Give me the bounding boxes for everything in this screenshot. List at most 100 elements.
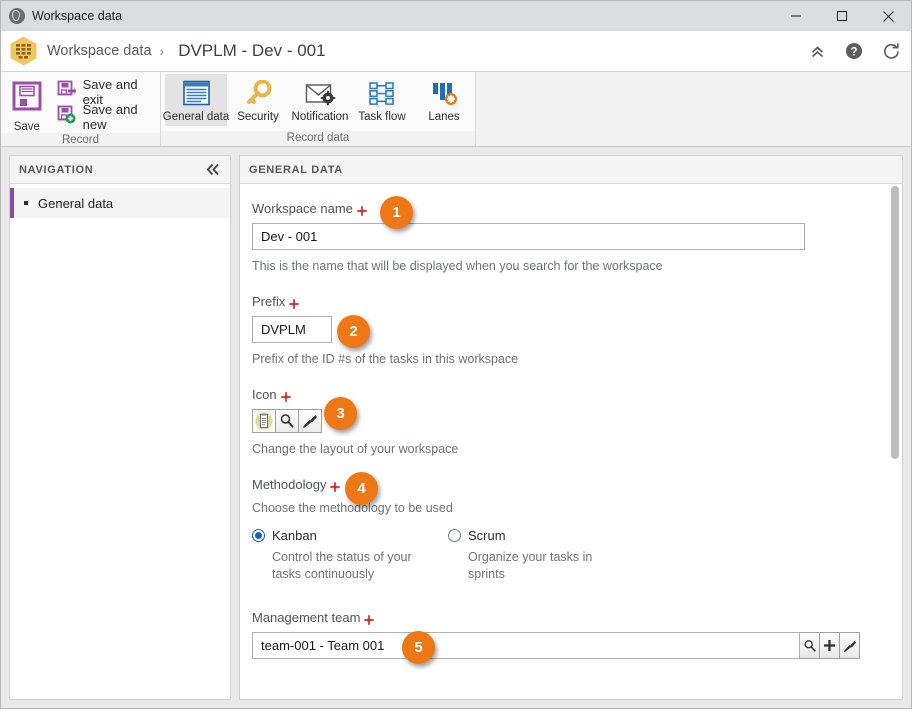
- ribbon-toolbar: Record Save Save and exit Save and new R…: [1, 72, 911, 147]
- tab-notification-label: Notification: [291, 111, 349, 123]
- tab-security[interactable]: Security: [227, 74, 289, 126]
- lanes-icon: [430, 78, 459, 108]
- application-window: Workspace data Workspace data › DVPLM - …: [0, 0, 912, 709]
- radio-kanban[interactable]: [252, 529, 265, 542]
- save-new-icon: [57, 105, 76, 129]
- sidebar-item-label: General data: [38, 195, 114, 211]
- svg-text:?: ?: [850, 46, 857, 58]
- ribbon-group-record-title: Record: [61, 134, 100, 146]
- sidebar-item-general-data[interactable]: General data: [10, 188, 230, 218]
- floppy-disk-icon: [9, 78, 45, 119]
- required-marker-icon: [330, 480, 341, 492]
- required-marker-icon: [289, 297, 300, 309]
- tab-general-data-label: General data: [162, 111, 230, 123]
- field-workspace-name: Workspace name Dev - 001 1 This is the n…: [252, 196, 880, 273]
- badge-5: 5: [402, 631, 435, 664]
- save-and-new-button[interactable]: Save and new: [53, 101, 160, 132]
- management-team-row: team-001 - Team 001: [252, 632, 860, 659]
- workspace-name-hint: This is the name that will be displayed …: [252, 259, 663, 273]
- icon-clear-button[interactable]: [298, 409, 322, 433]
- workspace-name-label-row: Workspace name: [252, 201, 367, 216]
- ribbon-group-record: Record Save Save and exit Save and new: [1, 72, 161, 146]
- workspace-name-input[interactable]: Dev - 001: [252, 223, 805, 250]
- methodology-option-kanban[interactable]: Kanban Control the status of your tasks …: [252, 528, 448, 583]
- team-clear-button[interactable]: [840, 632, 860, 659]
- refresh-icon[interactable]: [881, 41, 901, 61]
- chevrons-left-icon[interactable]: [206, 163, 221, 176]
- icon-preview-button[interactable]: [252, 409, 276, 433]
- content-scrollbar[interactable]: [889, 184, 901, 698]
- radio-scrum-label: Scrum: [468, 528, 506, 543]
- prefix-label: Prefix: [252, 294, 286, 309]
- key-icon: [244, 78, 273, 108]
- management-team-label-row: Management team: [252, 610, 375, 625]
- required-marker-icon: [356, 204, 367, 216]
- team-add-button[interactable]: [820, 632, 840, 659]
- workspace-name-label: Workspace name: [252, 201, 353, 216]
- task-flow-icon: [367, 78, 398, 108]
- ribbon-empty-area: [476, 72, 911, 146]
- navigation-panel-header: NAVIGATION: [10, 156, 230, 184]
- icon-hint: Change the layout of your workspace: [252, 442, 459, 456]
- window-title: Workspace data: [32, 9, 123, 23]
- breadcrumb-root[interactable]: Workspace data: [47, 43, 152, 59]
- tab-security-label: Security: [237, 111, 279, 123]
- help-icon[interactable]: ?: [844, 41, 864, 61]
- ribbon-group-record-data-title: Record data: [286, 132, 350, 144]
- save-and-new-label: Save and new: [82, 101, 138, 132]
- tab-lanes-label: Lanes: [428, 111, 460, 123]
- methodology-label: Methodology: [252, 477, 327, 492]
- tab-lanes[interactable]: Lanes: [413, 74, 475, 126]
- field-icon: Icon 3 Change the layout of your workspa…: [252, 386, 880, 456]
- management-team-input[interactable]: team-001 - Team 001: [252, 632, 800, 659]
- tab-task-flow[interactable]: Task flow: [351, 74, 413, 126]
- content-panel-title: GENERAL DATA: [249, 163, 343, 176]
- breadcrumb-current: DVPLM - Dev - 001: [178, 41, 326, 60]
- save-exit-icon: [57, 80, 76, 104]
- methodology-option-scrum[interactable]: Scrum Organize your tasks in sprints: [448, 528, 644, 583]
- badge-2: 2: [337, 315, 370, 348]
- close-button[interactable]: [865, 1, 911, 31]
- breadcrumb-separator: ›: [159, 43, 165, 59]
- navigation-list: General data: [10, 184, 230, 218]
- maximize-button[interactable]: [819, 1, 865, 31]
- save-button[interactable]: Save: [1, 72, 53, 133]
- required-marker-icon: [364, 613, 375, 625]
- prefix-label-row: Prefix: [252, 294, 300, 309]
- content-panel: GENERAL DATA Workspace name Dev - 001 1 …: [239, 155, 903, 700]
- ribbon-group-record-data: Record data General data Security Notifi…: [161, 72, 476, 146]
- save-button-label: Save: [13, 121, 40, 133]
- badge-1: 1: [380, 196, 413, 229]
- envelope-gear-icon: [305, 78, 336, 108]
- field-management-team: Management team team-001 - Team 001 5: [252, 609, 880, 664]
- icon-search-button[interactable]: [275, 409, 299, 433]
- document-lines-icon: [182, 78, 211, 108]
- bullet-icon: [24, 201, 28, 205]
- tab-general-data[interactable]: General data: [162, 74, 230, 126]
- team-search-button[interactable]: [800, 632, 820, 659]
- methodology-label-row: Methodology: [252, 477, 341, 492]
- content-panel-header: GENERAL DATA: [240, 156, 902, 184]
- icon-label: Icon: [252, 387, 277, 402]
- prefix-input[interactable]: DVPLM: [252, 316, 332, 343]
- radio-scrum-description: Organize your tasks in sprints: [468, 550, 593, 581]
- save-secondary-buttons: Save and exit Save and new: [53, 72, 160, 132]
- minimize-button[interactable]: [773, 1, 819, 31]
- tab-notification[interactable]: Notification: [289, 74, 351, 126]
- prefix-hint: Prefix of the ID #s of the tasks in this…: [252, 352, 519, 366]
- body-area: NAVIGATION General data GENERAL DATA Wor…: [1, 147, 911, 708]
- globe-icon: [9, 8, 25, 24]
- general-data-form: Workspace name Dev - 001 1 This is the n…: [240, 184, 902, 664]
- methodology-hint: Choose the methodology to be used: [252, 501, 453, 515]
- field-prefix: Prefix DVPLM 2 Prefix of the ID #s of th…: [252, 293, 880, 366]
- title-bar: Workspace data: [1, 1, 911, 31]
- scrollbar-thumb[interactable]: [891, 186, 899, 459]
- tab-task-flow-label: Task flow: [358, 111, 406, 123]
- save-and-exit-button[interactable]: Save and exit: [53, 77, 160, 107]
- field-methodology: Methodology 4 Choose the methodology to …: [252, 472, 880, 583]
- collapse-ribbon-icon[interactable]: [807, 41, 827, 61]
- navigation-panel: NAVIGATION General data: [9, 155, 231, 700]
- radio-scrum[interactable]: [448, 529, 461, 542]
- window-controls: [773, 1, 911, 31]
- navigation-panel-title: NAVIGATION: [19, 163, 94, 176]
